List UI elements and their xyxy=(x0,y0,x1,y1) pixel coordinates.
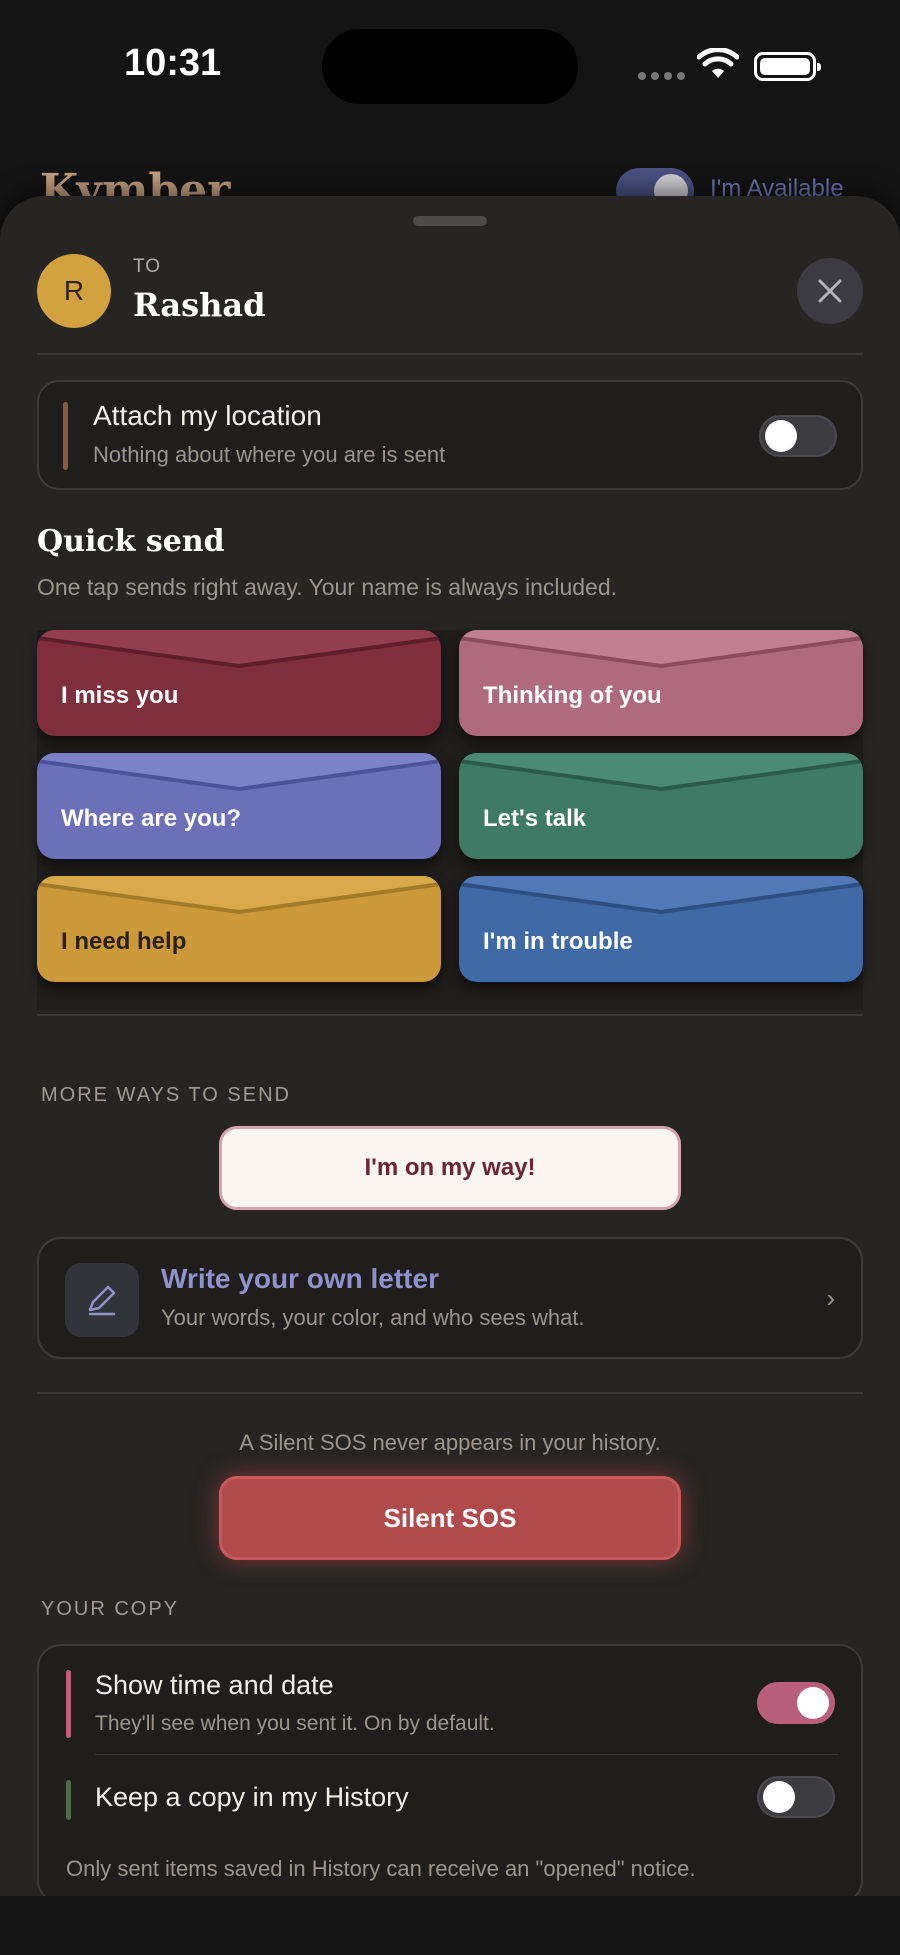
location-accent-bar xyxy=(63,402,68,470)
silent-sos-button[interactable]: Silent SOS xyxy=(219,1476,681,1560)
quick-send-divider xyxy=(37,1014,863,1016)
recipient-name: Rashad xyxy=(133,286,266,324)
attach-location-subtitle: Nothing about where you are is sent xyxy=(93,442,446,467)
dynamic-island xyxy=(322,29,578,104)
more-ways-label: MORE WAYS TO SEND xyxy=(41,1084,291,1106)
quick-send-where-are-you[interactable]: Where are you? xyxy=(37,753,441,859)
show-time-accent-bar xyxy=(66,1670,71,1738)
your-copy-label: YOUR COPY xyxy=(41,1598,180,1620)
pen-icon-box xyxy=(65,1263,139,1337)
close-button[interactable] xyxy=(797,258,863,324)
write-letter-subtitle: Your words, your color, and who sees wha… xyxy=(161,1305,585,1330)
close-icon xyxy=(818,279,842,303)
header-divider xyxy=(37,353,863,355)
status-bar: 10:31 xyxy=(0,0,900,130)
attach-location-toggle[interactable] xyxy=(759,415,837,457)
keep-copy-title: Keep a copy in my History xyxy=(95,1782,409,1812)
show-time-subtitle: They'll see when you sent it. On by defa… xyxy=(95,1712,495,1735)
quick-send-lets-talk[interactable]: Let's talk xyxy=(459,753,863,859)
write-letter-row[interactable]: Write your own letter Your words, your c… xyxy=(37,1237,863,1359)
home-indicator-area xyxy=(0,1896,900,1955)
cellular-signal-icon xyxy=(638,72,685,80)
quick-send-title: Quick send xyxy=(37,524,225,559)
show-time-title: Show time and date xyxy=(95,1670,334,1700)
send-sheet: R TO Rashad Attach my location Nothing a… xyxy=(0,196,900,1904)
quick-send-grid: I miss you Thinking of you Where are you… xyxy=(37,630,863,1010)
sheet-grabber[interactable] xyxy=(413,216,487,226)
to-label: TO xyxy=(133,256,162,277)
recipient-avatar: R xyxy=(37,254,111,328)
show-time-toggle[interactable] xyxy=(757,1682,835,1724)
quick-send-i-miss-you[interactable]: I miss you xyxy=(37,630,441,736)
quick-send-subtitle: One tap sends right away. Your name is a… xyxy=(37,574,618,600)
wifi-icon xyxy=(697,48,739,78)
battery-icon xyxy=(754,52,821,81)
keep-copy-toggle[interactable] xyxy=(757,1776,835,1818)
chevron-right-icon: › xyxy=(826,1283,835,1313)
on-my-way-button[interactable]: I'm on my way! xyxy=(219,1126,681,1210)
history-footnote: Only sent items saved in History can rec… xyxy=(66,1856,696,1881)
quick-send-im-in-trouble[interactable]: I'm in trouble xyxy=(459,876,863,982)
sos-note: A Silent SOS never appears in your histo… xyxy=(239,1430,661,1455)
pen-icon xyxy=(88,1285,116,1316)
letter-divider xyxy=(37,1392,863,1394)
copy-row-divider xyxy=(95,1754,839,1755)
keep-copy-accent-bar xyxy=(66,1780,71,1820)
attach-location-card: Attach my location Nothing about where y… xyxy=(37,380,863,490)
quick-send-i-need-help[interactable]: I need help xyxy=(37,876,441,982)
your-copy-card: Show time and date They'll see when you … xyxy=(37,1644,863,1904)
write-letter-title: Write your own letter xyxy=(161,1263,439,1294)
status-time: 10:31 xyxy=(124,42,222,84)
attach-location-title: Attach my location xyxy=(93,400,322,431)
quick-send-thinking-of-you[interactable]: Thinking of you xyxy=(459,630,863,736)
